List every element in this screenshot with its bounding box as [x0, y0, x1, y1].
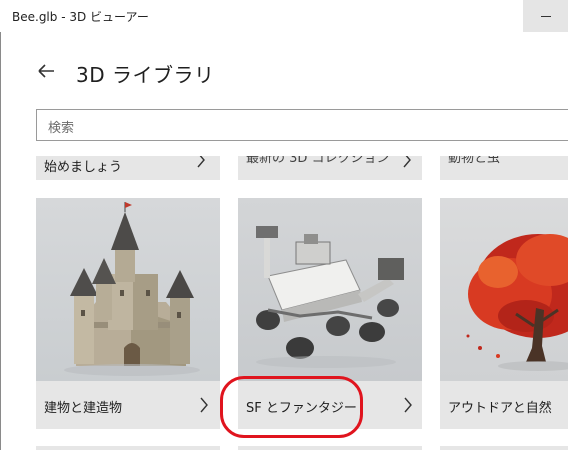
window-title: Bee.glb - 3D ビューアー [12, 10, 149, 24]
category-tile-peek [238, 446, 422, 450]
chevron-right-icon [197, 156, 205, 168]
search-placeholder: 検索 [48, 121, 75, 136]
tile-caption: 建物と建造物 [36, 381, 220, 429]
chevron-right-icon [403, 156, 411, 168]
category-tile-new-collection[interactable]: 最新の 3D コレクション [238, 156, 422, 180]
tile-label: 建物と建造物 [44, 401, 123, 416]
highlight-annotation [220, 376, 363, 438]
category-tile-getting-started[interactable]: 始めましょう [36, 156, 220, 180]
tile-label: 動物と虫 [448, 156, 501, 166]
category-tile-outdoors-nature[interactable]: アウトドアと自然 [440, 198, 568, 429]
chevron-right-icon [200, 397, 208, 413]
tile-label: 始めましょう [44, 160, 123, 175]
tile-label: アウトドアと自然 [448, 401, 552, 416]
red-tree-thumbnail [440, 198, 568, 381]
category-tile-buildings[interactable]: 建物と建造物 [36, 198, 220, 429]
category-tile-peek [440, 446, 568, 450]
minimize-button[interactable] [523, 0, 568, 32]
title-bar: Bee.glb - 3D ビューアー [0, 0, 568, 32]
rover-thumbnail [238, 198, 422, 381]
back-arrow-icon[interactable] [34, 59, 58, 83]
chevron-right-icon [404, 397, 412, 413]
page-title: 3D ライブラリ [76, 63, 215, 87]
castle-thumbnail [36, 198, 220, 381]
search-input[interactable]: 検索 [36, 109, 568, 141]
tile-label: 最新の 3D コレクション [246, 156, 390, 166]
minimize-icon [541, 16, 551, 17]
category-tile-animals[interactable]: 動物と虫 [440, 156, 568, 180]
tile-caption: アウトドアと自然 [440, 381, 568, 429]
category-tile-peek [36, 446, 220, 450]
